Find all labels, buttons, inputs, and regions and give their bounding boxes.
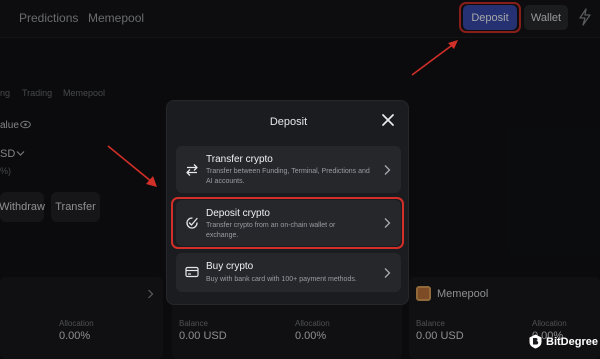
chevron-right-icon bbox=[384, 268, 391, 278]
close-icon[interactable] bbox=[381, 113, 395, 127]
option-buy-crypto[interactable]: Buy crypto Buy with bank card with 100+ … bbox=[176, 253, 401, 292]
transfer-arrows-icon bbox=[186, 164, 198, 176]
option-title: Buy crypto bbox=[206, 261, 254, 272]
modal-title: Deposit bbox=[269, 116, 308, 128]
deposit-crypto-highlight bbox=[171, 197, 404, 249]
watermark-text: BitDegree bbox=[546, 335, 598, 348]
option-description: Buy with bank card with 100+ payment met… bbox=[206, 276, 357, 283]
annotation-arrow-icon bbox=[107, 145, 157, 187]
card-icon bbox=[185, 266, 199, 278]
bitdegree-watermark: BitDegree bbox=[529, 334, 598, 349]
annotation-arrow-icon bbox=[411, 40, 458, 76]
bitdegree-logo-icon bbox=[529, 334, 542, 349]
option-title: Transfer crypto bbox=[206, 154, 273, 165]
chevron-right-icon bbox=[384, 165, 391, 175]
option-description: Transfer between Funding, Terminal, Pred… bbox=[206, 168, 370, 185]
option-transfer-crypto[interactable]: Transfer crypto Transfer between Funding… bbox=[176, 146, 401, 193]
